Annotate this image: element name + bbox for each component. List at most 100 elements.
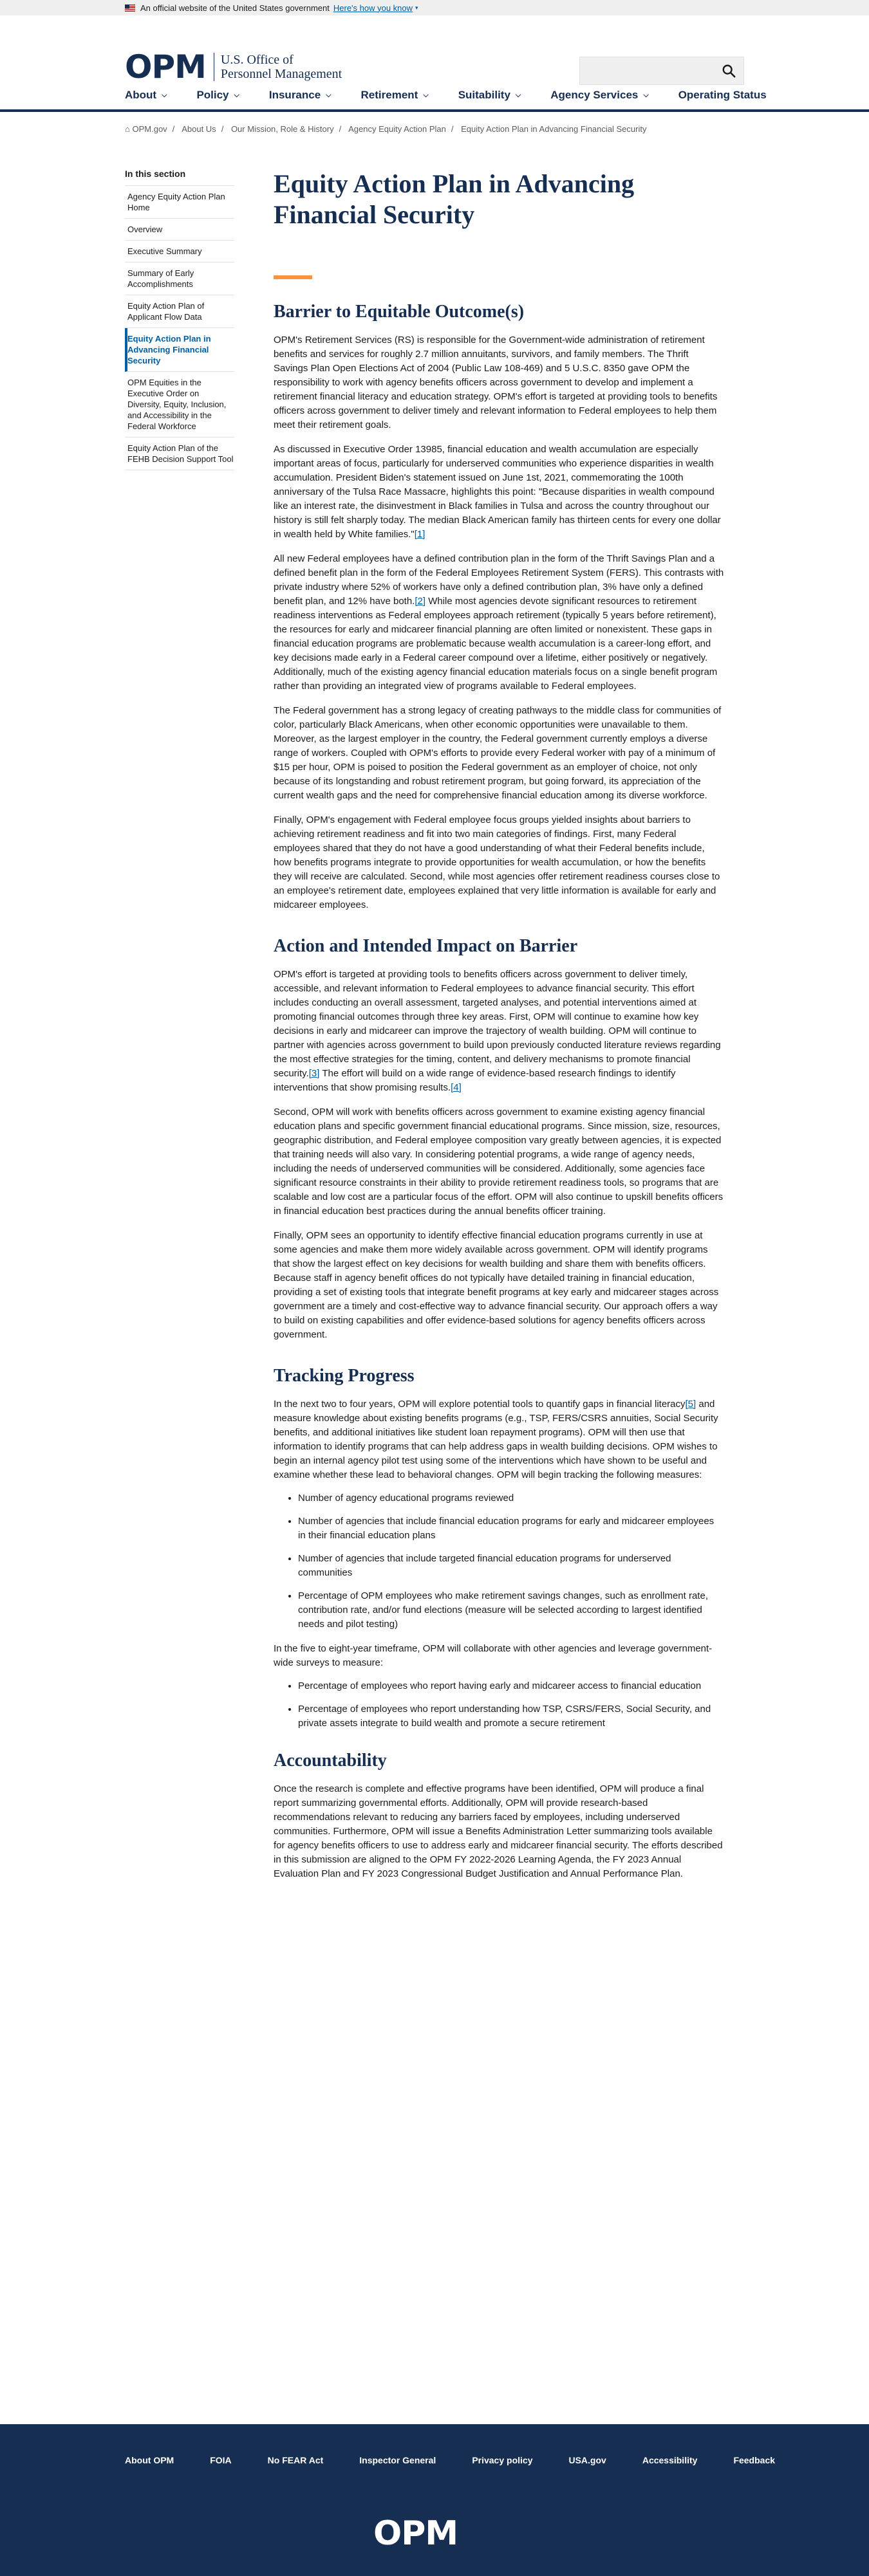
list-item: Number of agencies that include financia… xyxy=(298,1514,724,1543)
us-flag-icon xyxy=(125,4,135,12)
paragraph-text: and measure knowledge about existing ben… xyxy=(274,1399,718,1480)
barrier-paragraph-5: Finally, OPM's engagement with Federal e… xyxy=(274,814,720,910)
nav-label: Policy xyxy=(196,89,229,101)
sidenav-item-applicant-flow[interactable]: Equity Action Plan of Applicant Flow Dat… xyxy=(125,295,234,328)
breadcrumb-separator: / xyxy=(451,124,454,134)
chevron-down-icon: ⌵ xyxy=(326,91,332,99)
sidenav-item-deia-equities[interactable]: OPM Equities in the Executive Order on D… xyxy=(125,372,234,437)
section-heading-accountability: Accountability xyxy=(274,1751,387,1771)
footer-links: About OPM FOIA No FEAR Act Inspector Gen… xyxy=(125,2455,811,2465)
breadcrumb-separator: / xyxy=(221,124,224,134)
chevron-down-icon: ⌵ xyxy=(515,91,521,99)
sidenav-item-early-accomplishments[interactable]: Summary of Early Accomplishments xyxy=(125,262,234,295)
footer-link-accessibility[interactable]: Accessibility xyxy=(642,2455,698,2465)
search-button[interactable] xyxy=(713,57,744,85)
action-paragraph-2: Second, OPM will work with benefits offi… xyxy=(274,1107,724,1217)
action-paragraph-3: Finally, OPM sees an opportunity to iden… xyxy=(274,1230,719,1340)
breadcrumb-separator: / xyxy=(172,124,175,134)
footer-link-inspector-general[interactable]: Inspector General xyxy=(359,2455,436,2465)
nav-insurance[interactable]: Insurance ⌵ xyxy=(269,89,332,102)
chevron-down-icon: ⌵ xyxy=(162,91,167,99)
list-item: Number of agencies that include targeted… xyxy=(298,1552,724,1580)
footer-opm-logo[interactable]: OPM xyxy=(373,2514,458,2553)
chevron-down-icon: ▾ xyxy=(415,4,418,11)
action-paragraph-1: OPM's effort is targeted at providing to… xyxy=(274,968,724,1095)
nav-operating-status[interactable]: Operating Status xyxy=(678,89,767,102)
nav-label: Suitability xyxy=(458,89,510,101)
main-content: Equity Action Plan in Advancing Financia… xyxy=(274,169,724,1881)
breadcrumb-item-opm[interactable]: OPM.gov xyxy=(132,124,167,134)
sidenav-item-financial-security[interactable]: Equity Action Plan in Advancing Financia… xyxy=(125,328,234,372)
section-heading-tracking: Tracking Progress xyxy=(274,1366,415,1386)
chevron-down-icon: ⌵ xyxy=(234,91,239,99)
breadcrumb-item-about-us[interactable]: About Us xyxy=(182,124,216,134)
barrier-paragraph-1: OPM's Retirement Services (RS) is respon… xyxy=(274,335,718,430)
breadcrumb-item-equity-plan[interactable]: Agency Equity Action Plan xyxy=(348,124,446,134)
gov-banner-text: An official website of the United States… xyxy=(140,3,330,13)
footer-link-about-opm[interactable]: About OPM xyxy=(125,2455,174,2465)
chevron-down-icon: ⌵ xyxy=(643,91,649,99)
primary-nav: About ⌵ Policy ⌵ Insurance ⌵ Retirement ⌵ Su… xyxy=(125,89,796,102)
nav-about[interactable]: About ⌵ xyxy=(125,89,167,102)
barrier-paragraph-3: All new Federal employees have a defined… xyxy=(274,552,724,694)
sidenav-item-fehb-tool[interactable]: Equity Action Plan of the FEHB Decision … xyxy=(125,437,234,470)
paragraph-text: As discussed in Executive Order 13985, f… xyxy=(274,444,721,540)
paragraph-text: The effort will build on a wide range of… xyxy=(274,1068,676,1093)
list-item: Number of agency educational programs re… xyxy=(298,1491,724,1505)
footnote-link-4[interactable]: [4] xyxy=(451,1082,462,1093)
sidenav-item-overview[interactable]: Overview xyxy=(125,219,234,241)
home-icon: ⌂ xyxy=(125,124,130,134)
footnote-link-1[interactable]: [1] xyxy=(415,529,425,540)
heres-how-you-know-link[interactable]: Here's how you know xyxy=(333,3,413,13)
logo-text: U.S. Office of Personnel Management xyxy=(213,53,342,81)
list-item: Percentage of employees who report havin… xyxy=(298,1679,724,1693)
search-icon xyxy=(722,64,736,78)
footer-link-feedback[interactable]: Feedback xyxy=(733,2455,775,2465)
breadcrumb-item-mission[interactable]: Our Mission, Role & History xyxy=(231,124,334,134)
list-item: Percentage of employees who report under… xyxy=(298,1702,724,1731)
barrier-paragraph-2: As discussed in Executive Order 13985, f… xyxy=(274,443,724,542)
gov-banner: An official website of the United States… xyxy=(0,0,869,15)
logo-line-1: U.S. Office of xyxy=(220,53,294,67)
footer-link-foia[interactable]: FOIA xyxy=(210,2455,231,2465)
footer-link-privacy-policy[interactable]: Privacy policy xyxy=(472,2455,532,2465)
list-item: Percentage of OPM employees who make ret… xyxy=(298,1589,724,1632)
nav-label: Insurance xyxy=(268,89,321,101)
nav-label: Agency Services xyxy=(550,89,639,101)
logo-mark: OPM xyxy=(125,48,207,86)
logo-line-2: Personnel Management xyxy=(220,67,342,81)
paragraph-text: While most agencies devote significant r… xyxy=(274,596,718,692)
survey-measures-list: Percentage of employees who report havin… xyxy=(274,1679,724,1731)
nav-suitability[interactable]: Suitability ⌵ xyxy=(458,89,521,102)
tracking-measures-list: Number of agency educational programs re… xyxy=(274,1491,724,1632)
footnote-link-2[interactable]: [2] xyxy=(415,596,425,607)
nav-label: Retirement xyxy=(360,89,418,101)
breadcrumb-current: Equity Action Plan in Advancing Financia… xyxy=(461,124,647,134)
section-heading-barrier: Barrier to Equitable Outcome(s) xyxy=(274,302,525,322)
sidenav-title: In this section xyxy=(125,169,234,186)
nav-label: About xyxy=(125,89,157,101)
nav-label: Operating Status xyxy=(678,89,767,101)
nav-agency-services[interactable]: Agency Services ⌵ xyxy=(550,89,648,102)
sidenav-item-executive-summary[interactable]: Executive Summary xyxy=(125,241,234,262)
sidenav-item-home[interactable]: Agency Equity Action Plan Home xyxy=(125,186,234,219)
paragraph-text: OPM's effort is targeted at providing to… xyxy=(274,969,721,1079)
nav-policy[interactable]: Policy ⌵ xyxy=(196,89,239,102)
section-heading-action: Action and Intended Impact on Barrier xyxy=(274,936,578,956)
chevron-down-icon: ⌵ xyxy=(423,91,429,99)
breadcrumb-separator: / xyxy=(339,124,342,134)
nav-retirement[interactable]: Retirement ⌵ xyxy=(361,89,429,102)
tracking-paragraph-2: In the five to eight-year timeframe, OPM… xyxy=(274,1643,713,1668)
footnote-link-3[interactable]: [3] xyxy=(309,1068,320,1079)
opm-logo[interactable]: OPM U.S. Office of Personnel Management xyxy=(125,51,342,83)
paragraph-text: In the next two to four years, OPM will … xyxy=(274,1399,686,1410)
page-title: Equity Action Plan in Advancing Financia… xyxy=(274,169,635,229)
footer-link-usa-gov[interactable]: USA.gov xyxy=(568,2455,606,2465)
breadcrumb: ⌂ OPM.gov / About Us / Our Mission, Role &… xyxy=(125,122,691,136)
section-sidenav: In this section Agency Equity Action Pla… xyxy=(125,169,234,470)
footnote-link-5[interactable]: [5] xyxy=(686,1399,696,1410)
barrier-paragraph-4: The Federal government has a strong lega… xyxy=(274,705,722,801)
accent-divider xyxy=(274,275,312,279)
tracking-paragraph-1: In the next two to four years, OPM will … xyxy=(274,1397,724,1482)
footer-link-no-fear-act[interactable]: No FEAR Act xyxy=(268,2455,324,2465)
